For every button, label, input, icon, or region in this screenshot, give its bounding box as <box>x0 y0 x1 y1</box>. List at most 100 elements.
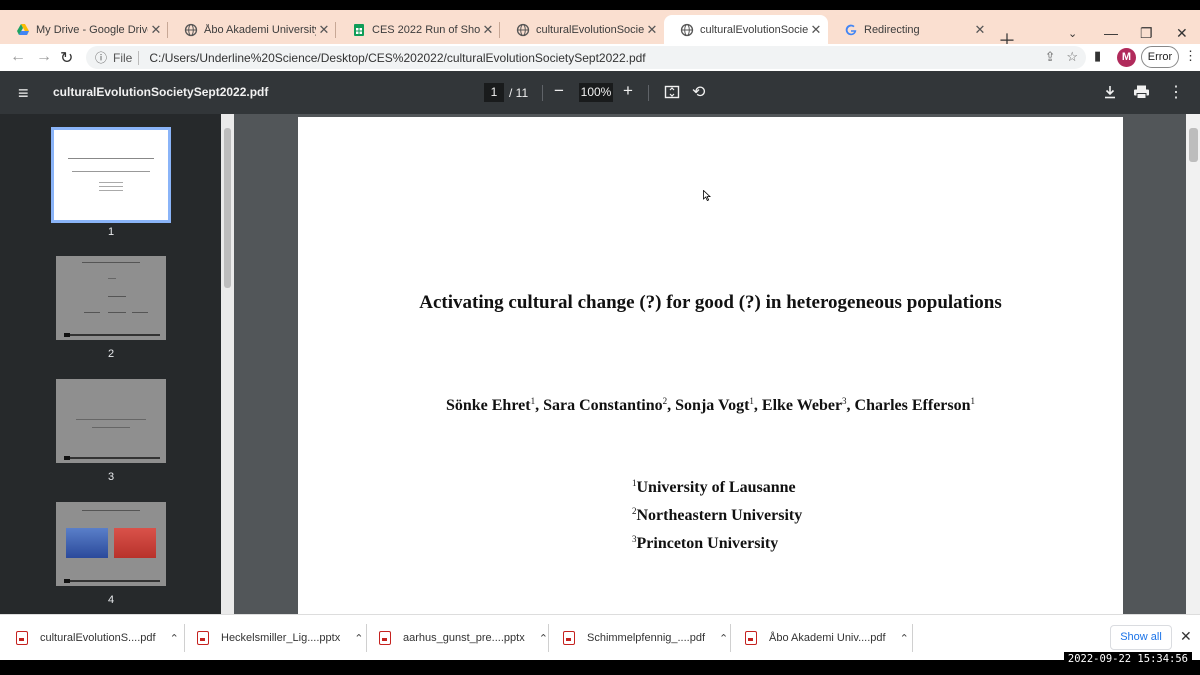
author-name: Sönke Ehret <box>445 397 531 414</box>
screen: My Drive - Google Drive ✕ Åbo Akademi Un… <box>0 0 1200 675</box>
tab-redirecting[interactable]: Redirecting ✕ <box>828 15 992 44</box>
download-filename: Heckelsmiller_Lig....pptx <box>221 632 341 644</box>
download-item[interactable]: culturalEvolutionS....pdf ⌃ <box>0 615 185 661</box>
zoom-out-icon[interactable]: − <box>554 81 564 101</box>
close-icon[interactable]: ✕ <box>480 22 496 38</box>
thumbnail-sidebar: 1 2 3 4 <box>0 114 221 614</box>
pdf-file-icon <box>745 631 757 645</box>
bottom-bar <box>0 660 1200 675</box>
close-icon[interactable]: ✕ <box>644 22 660 38</box>
document-title: Activating cultural change (?) for good … <box>419 292 1002 313</box>
download-filename: Schimmelpfennig_....pdf <box>587 632 706 644</box>
tab-strip: My Drive - Google Drive ✕ Åbo Akademi Un… <box>0 10 1200 51</box>
pptx-file-icon <box>197 631 209 645</box>
affiliation-line: 3Princeton University <box>632 534 778 553</box>
more-options-icon[interactable]: ⋮ <box>1168 82 1184 102</box>
close-icon[interactable]: ✕ <box>972 22 988 38</box>
pptx-file-icon <box>379 631 391 645</box>
close-icon[interactable]: ✕ <box>148 22 164 38</box>
download-item[interactable]: aarhus_gunst_pre....pptx ⌃ <box>367 615 549 661</box>
google-sheets-icon <box>354 23 364 36</box>
thumbnail-image <box>66 528 108 558</box>
close-shelf-icon[interactable]: ✕ <box>1180 628 1192 645</box>
page-thumbnail-3[interactable] <box>56 379 166 463</box>
pdf-viewer-area: Activating cultural change (?) for good … <box>234 114 1186 614</box>
mouse-cursor-icon <box>703 190 711 201</box>
url-divider <box>138 50 140 65</box>
avatar[interactable]: M <box>1117 48 1136 67</box>
tab-title: Redirecting <box>864 23 920 36</box>
side-panel-icon[interactable]: ▮ <box>1094 48 1101 64</box>
author-name: Elke Weber <box>761 397 843 414</box>
tab-cultural-evolution-active[interactable]: culturalEvolutionSocietySe ✕ <box>664 15 828 44</box>
timestamp-overlay: 2022-09-22 15:34:56 <box>1063 652 1192 666</box>
download-filename: Åbo Akademi Univ....pdf <box>769 632 886 644</box>
fit-to-page-icon[interactable] <box>664 84 680 100</box>
thumbnail-label: 2 <box>107 348 115 360</box>
page-number-input[interactable]: 1 <box>484 83 504 102</box>
info-icon[interactable]: ⓘ <box>95 49 107 66</box>
tab-abo-akademi[interactable]: Åbo Akademi University ✕ <box>168 15 336 44</box>
thumbnail-image <box>114 528 156 558</box>
globe-icon <box>680 23 694 36</box>
download-item[interactable]: Schimmelpfennig_....pdf ⌃ <box>549 615 731 661</box>
show-all-button[interactable]: Show all <box>1110 625 1172 650</box>
close-icon[interactable]: ✕ <box>316 22 332 38</box>
address-bar[interactable]: ⓘ File C:/Users/Underline%20Science/Desk… <box>86 46 1086 69</box>
browser-menu-icon[interactable]: ⋮ <box>1184 48 1197 64</box>
page-thumbnail-4[interactable] <box>56 502 166 586</box>
pdf-toolbar: ≡ culturalEvolutionSocietySept2022.pdf 1… <box>0 71 1200 114</box>
author-name: Sonja Vogt <box>675 397 750 414</box>
chevron-up-icon[interactable]: ⌃ <box>354 632 363 645</box>
bookmark-star-icon[interactable]: ⇪ ☆ <box>1045 49 1078 65</box>
hamburger-menu-icon[interactable]: ≡ <box>18 83 29 104</box>
page-thumbnail-2[interactable] <box>56 256 166 340</box>
author-separator: , <box>535 397 544 414</box>
forward-arrow-icon[interactable]: → <box>36 48 52 66</box>
back-arrow-icon[interactable]: ← <box>10 48 26 66</box>
chevron-up-icon[interactable]: ⌃ <box>170 632 179 645</box>
globe-icon <box>516 23 530 36</box>
sidebar-scrollbar-thumb[interactable] <box>224 128 231 288</box>
chevron-up-icon[interactable]: ⌃ <box>719 632 728 645</box>
maximize-icon[interactable]: ❐ <box>1140 25 1153 42</box>
shelf-divider <box>912 624 913 652</box>
google-drive-icon <box>17 23 29 35</box>
download-shelf: culturalEvolutionS....pdf ⌃ Heckelsmille… <box>0 614 1200 660</box>
download-item[interactable]: Heckelsmiller_Lig....pptx ⌃ <box>185 615 367 661</box>
viewer-scrollbar[interactable] <box>1186 114 1200 614</box>
tab-search-icon[interactable]: ⌄ <box>1068 27 1077 40</box>
tab-title: My Drive - Google Drive <box>36 23 148 36</box>
reload-icon[interactable]: ↻ <box>60 48 73 68</box>
tab-ces-run-of-show[interactable]: CES 2022 Run of Show - Go ✕ <box>336 15 500 44</box>
minimize-icon[interactable]: — <box>1104 25 1118 41</box>
download-icon[interactable] <box>1102 84 1118 100</box>
close-icon[interactable]: ✕ <box>808 22 824 38</box>
url-text: C:/Users/Underline%20Science/Desktop/CES… <box>149 50 646 65</box>
thumbnail-label: 1 <box>107 226 115 238</box>
globe-icon <box>184 23 198 36</box>
tab-title: culturalEvolutionSocietySe <box>700 23 808 36</box>
zoom-in-icon[interactable]: + <box>623 81 633 101</box>
affiliation-name: University of Lausanne <box>636 479 796 496</box>
author-separator: , <box>667 397 676 414</box>
tab-cultural-evolution-1[interactable]: culturalEvolutionSocietySe ✕ <box>500 15 664 44</box>
tab-google-drive[interactable]: My Drive - Google Drive ✕ <box>0 15 168 44</box>
pdf-filename: culturalEvolutionSocietySept2022.pdf <box>53 85 269 99</box>
tab-title: CES 2022 Run of Show - Go <box>372 23 480 36</box>
page-thumbnail-1[interactable] <box>51 127 171 223</box>
viewer-scrollbar-thumb[interactable] <box>1189 128 1198 162</box>
rotate-icon[interactable]: ⟲ <box>692 82 705 102</box>
window-close-icon[interactable]: ✕ <box>1176 25 1188 42</box>
author-name: Charles Efferson <box>854 397 971 414</box>
download-item[interactable]: Åbo Akademi Univ....pdf ⌃ <box>731 615 913 661</box>
chevron-up-icon[interactable]: ⌃ <box>539 632 548 645</box>
thumbnail-label: 4 <box>107 594 115 606</box>
zoom-level-input[interactable]: 100% <box>579 83 613 102</box>
url-scheme: File <box>113 50 133 65</box>
author-list: Sönke Ehret1, Sara Constantino2, Sonja V… <box>298 396 1123 415</box>
error-button[interactable]: Error <box>1141 46 1179 68</box>
browser-toolbar: ← → ↻ ⓘ File C:/Users/Underline%20Scienc… <box>0 44 1200 71</box>
chevron-up-icon[interactable]: ⌃ <box>900 632 909 645</box>
print-icon[interactable] <box>1133 84 1150 100</box>
